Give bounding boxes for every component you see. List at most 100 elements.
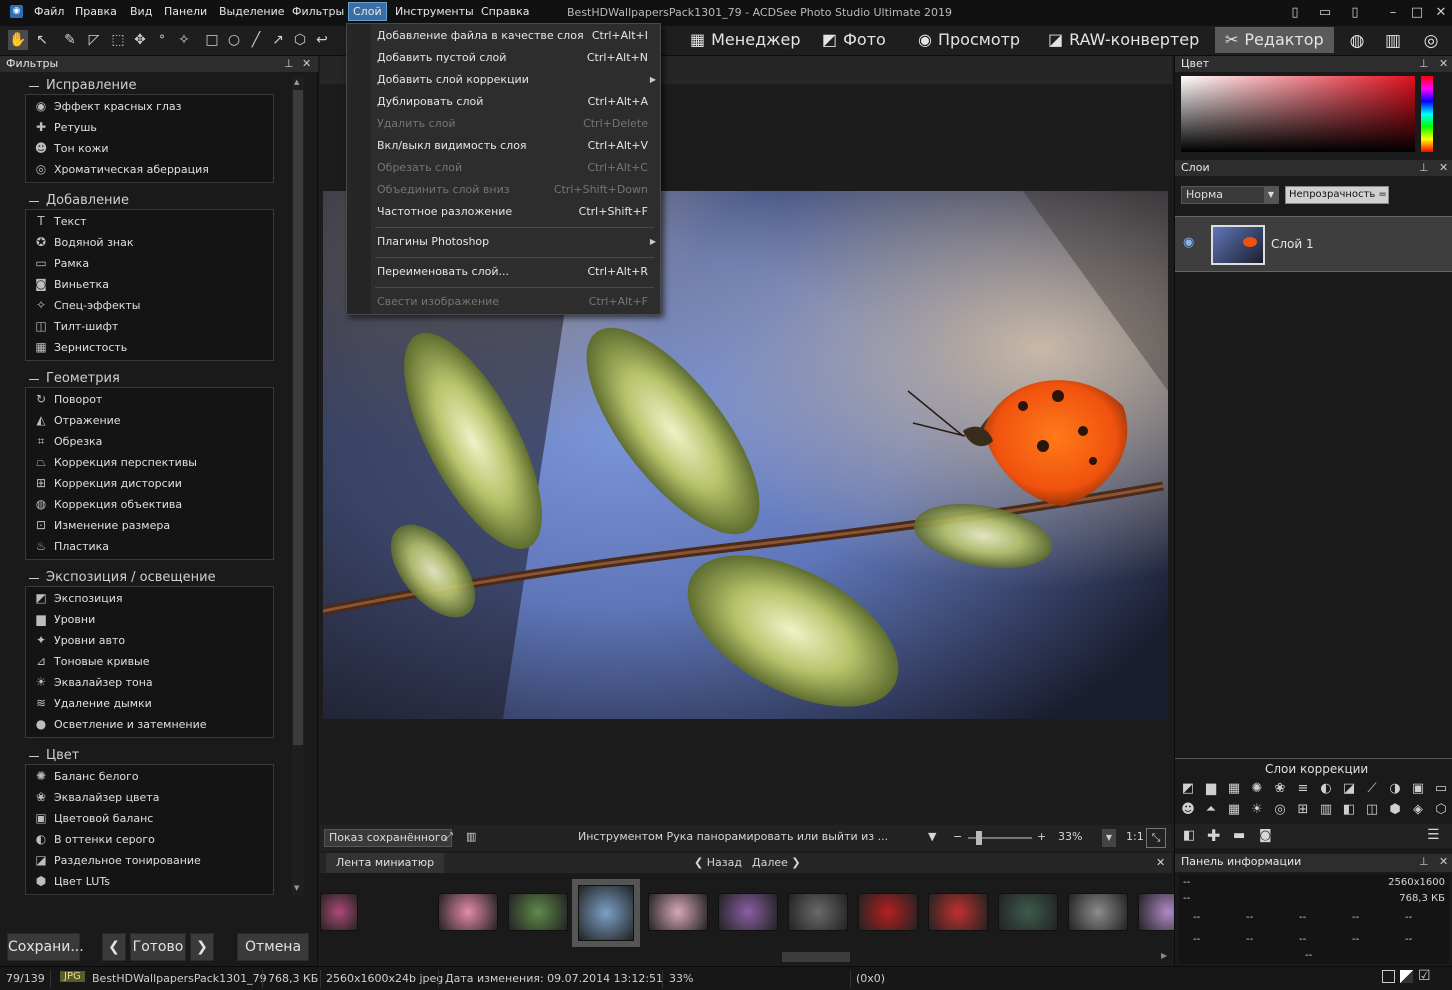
adjust-layer-icon[interactable]: ✺ (1248, 780, 1266, 798)
layer-menu-item[interactable]: Добавление файла в качестве слоя Ctrl+Alt… (377, 26, 650, 46)
adjust-layer-icon[interactable]: ◧ (1340, 801, 1358, 819)
filter-item[interactable]: ▆ Уровни (34, 610, 95, 628)
panel-bottom-icon[interactable]: ▭ (1316, 4, 1334, 22)
filmstrip-scrollbar[interactable]: ▶ (320, 950, 1172, 964)
filmstrip-thumbnail[interactable] (438, 893, 498, 931)
filmstrip-scroll-thumb[interactable] (782, 952, 850, 962)
check-icon[interactable]: ☑ (1418, 968, 1431, 984)
polygon-tool-icon[interactable]: ⬡ (290, 30, 310, 50)
adjust-layer-icon[interactable]: ⬡ (1432, 801, 1450, 819)
close-icon[interactable]: ✕ (1439, 56, 1448, 72)
collapse-icon[interactable] (29, 578, 39, 579)
filter-item[interactable]: ◎ Хроматическая аберрация (34, 160, 209, 178)
filter-item[interactable]: ♨ Пластика (34, 537, 109, 555)
filter-item[interactable]: ⊿ Тоновые кривые (34, 652, 150, 670)
zoom-out-icon[interactable]: − (953, 830, 962, 843)
hamburger-icon[interactable]: ☰ (1427, 827, 1440, 843)
back-button[interactable]: ❮ Назад (694, 856, 742, 869)
close-icon[interactable]: ✕ (1439, 854, 1448, 870)
filter-section-title[interactable]: Цвет (46, 748, 79, 763)
fullscreen-icon[interactable]: ⤡ (1146, 828, 1166, 848)
more-icon[interactable]: ◎ (1418, 29, 1444, 53)
adjust-layer-icon[interactable]: ⊞ (1294, 801, 1312, 819)
collapse-icon[interactable] (29, 86, 39, 87)
filmstrip-thumbnail[interactable] (320, 893, 358, 931)
adjust-layer-icon[interactable]: ▣ (1409, 780, 1427, 798)
layer-menu-item[interactable]: Добавить слой коррекции ▶ (377, 70, 656, 90)
adjust-layer-icon[interactable]: ▦ (1225, 780, 1243, 798)
menu-file[interactable]: Файл (34, 5, 64, 18)
filter-item[interactable]: ≋ Удаление дымки (34, 694, 152, 712)
filmstrip-thumbnail[interactable] (572, 879, 640, 947)
arrow-tool-icon[interactable]: ↖ (32, 30, 52, 50)
adjust-layer-icon[interactable]: ◈ (1409, 801, 1427, 819)
filter-item[interactable]: ◉ Эффект красных глаз (34, 97, 182, 115)
filter-item[interactable]: ☀ Эквалайзер тона (34, 673, 153, 691)
filter-item[interactable]: ⏢ Коррекция перспективы (34, 453, 197, 471)
menu-view[interactable]: Вид (130, 5, 152, 18)
adjust-layer-icon[interactable]: ◫ (1363, 801, 1381, 819)
filter-section-title[interactable]: Исправление (46, 78, 137, 93)
adjust-layer-icon[interactable]: ◐ (1317, 780, 1335, 798)
minimize-icon[interactable]: – (1384, 4, 1402, 22)
adjust-layer-icon[interactable]: ❀ (1271, 780, 1289, 798)
save-button[interactable]: Сохрани... (7, 933, 84, 961)
color-picker-field[interactable] (1181, 76, 1415, 152)
layer-row[interactable]: ◉ Слой 1 (1175, 216, 1452, 272)
filmstrip-thumbnail[interactable] (788, 893, 848, 931)
filter-item[interactable]: ✪ Водяной знак (34, 233, 134, 251)
pin-icon[interactable]: ⊥ (1419, 56, 1429, 72)
adjust-layer-icon[interactable]: ◑ (1386, 780, 1404, 798)
adjust-layer-icon[interactable]: ◩ (1179, 780, 1197, 798)
hue-slider[interactable] (1421, 76, 1433, 152)
filmstrip-thumbnail[interactable] (718, 893, 778, 931)
filter-item[interactable]: ◩ Экспозиция (34, 589, 122, 607)
filter-item[interactable]: ◙ Виньетка (34, 275, 109, 293)
filter-item[interactable]: ⌗ Обрезка (34, 432, 103, 450)
menu-selection[interactable]: Выделение (219, 5, 285, 18)
365-icon[interactable]: ◍ (1344, 29, 1370, 53)
menu-filters[interactable]: Фильтры (292, 5, 344, 18)
zoom-in-icon[interactable]: + (1037, 830, 1046, 843)
blend-mode-select[interactable]: Норма ▼ (1181, 186, 1279, 204)
layer-menu-item[interactable]: Добавить пустой слой Ctrl+Alt+N (377, 48, 650, 68)
mask-icon[interactable]: ◙ (1259, 828, 1272, 843)
filter-item[interactable]: ◐ В оттенки серого (34, 830, 155, 848)
filmstrip-thumbnail[interactable] (648, 893, 708, 931)
curve-tool-icon[interactable]: ↩ (312, 30, 332, 50)
filter-item[interactable]: ✚ Ретушь (34, 118, 97, 136)
adjust-layer-icon[interactable]: ▥ (1317, 801, 1335, 819)
hand-tool-icon[interactable]: ✋ (8, 30, 28, 50)
eye-icon[interactable]: ◉ (1183, 235, 1194, 250)
close-icon[interactable]: ✕ (1432, 4, 1450, 22)
filters-scroll-thumb[interactable] (293, 90, 303, 745)
mode-manager[interactable]: ▦ Менеджер (690, 27, 801, 53)
panel-left-icon[interactable]: ▯ (1286, 4, 1304, 22)
filter-item[interactable]: ☻ Тон кожи (34, 139, 109, 157)
menu-tools[interactable]: Инструменты (395, 5, 474, 18)
zoom-menu-icon[interactable]: ▼ (928, 830, 936, 843)
filter-item[interactable]: ✺ Баланс белого (34, 767, 139, 785)
layer-menu-item[interactable]: Дублировать слой Ctrl+Alt+A (377, 92, 650, 112)
menu-layer[interactable]: Слой (348, 2, 387, 21)
layer-menu-icon[interactable]: ◧ (1183, 828, 1195, 843)
mode-photo[interactable]: ◩ Фото (822, 27, 886, 53)
filter-item[interactable]: ▣ Цветовой баланс (34, 809, 153, 827)
fit-icon[interactable]: ⤢ (444, 830, 453, 844)
adjust-layer-icon[interactable]: ▦ (1225, 801, 1243, 819)
filter-item[interactable]: ✧ Спец-эффекты (34, 296, 140, 314)
rectangle-tool-icon[interactable]: □ (202, 30, 222, 50)
menu-help[interactable]: Справка (481, 5, 529, 18)
zoom-slider-handle[interactable] (976, 831, 982, 845)
filter-item[interactable]: T Текст (34, 212, 86, 230)
close-icon[interactable]: ✕ (1439, 160, 1448, 176)
filter-item[interactable]: ◪ Раздельное тонирование (34, 851, 201, 869)
lasso-icon[interactable]: ◸ (84, 30, 104, 50)
pin-icon[interactable]: ⊥ (1419, 854, 1429, 870)
adjust-layer-icon[interactable]: ⬢ (1386, 801, 1404, 819)
collapse-icon[interactable] (29, 379, 39, 380)
pin-icon[interactable]: ⊥ (1419, 160, 1429, 176)
filter-item[interactable]: ● Осветление и затемнение (34, 715, 207, 733)
filmstrip-thumbnail[interactable] (928, 893, 988, 931)
filter-section-title[interactable]: Геометрия (46, 371, 120, 386)
